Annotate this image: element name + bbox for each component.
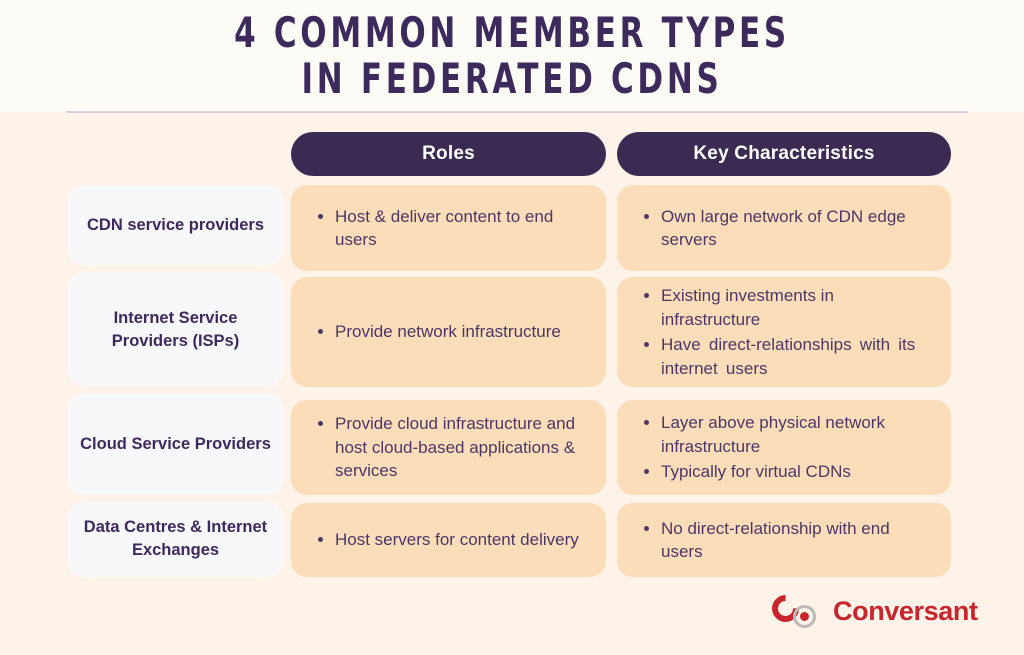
list-item: Host servers for content delivery: [313, 528, 590, 552]
list-item: Layer above physical network infrastruct…: [639, 411, 935, 458]
cell-characteristics-row-4: No direct-relationship with end users: [617, 503, 951, 577]
row-label-text: Data Centres & Internet Exchanges: [83, 518, 268, 559]
cell-characteristics-row-2: Existing investments in infrastructure H…: [617, 277, 951, 387]
list-item: Existing investments in infrastructure: [639, 284, 935, 331]
logo-wordmark: Conversant: [833, 595, 978, 626]
cell-roles-row-3: Provide cloud infrastructure and host cl…: [291, 400, 606, 495]
cell-roles-row-4: Host servers for content delivery: [291, 503, 606, 577]
page-title-line-2: in Federated CDNs: [301, 54, 723, 103]
cell-roles-row-1: Host & deliver content to end users: [291, 185, 606, 271]
list-item: Provide network infrastructure: [313, 320, 590, 344]
row-label-text: Internet Service Providers (ISPs): [111, 308, 240, 350]
cell-roles-row-2: Provide network infrastructure: [291, 277, 606, 387]
row-label-cloud-service-providers: Cloud Service Providers: [68, 393, 283, 495]
bullet-list: Own large network of CDN edge servers: [639, 205, 935, 252]
row-label-text: Cloud Service Providers: [80, 434, 271, 453]
cell-characteristics-row-1: Own large network of CDN edge servers: [617, 185, 951, 271]
cell-characteristics-row-3: Layer above physical network infrastruct…: [617, 400, 951, 495]
bullet-list: Host servers for content delivery: [313, 528, 590, 552]
bullet-list: No direct-relationship with end users: [639, 517, 935, 564]
column-header-key-characteristics: Key Characteristics: [617, 132, 951, 176]
title-divider: [66, 111, 968, 113]
list-item: No direct-relationship with end users: [639, 517, 935, 564]
list-item: Have direct-relationships with its inter…: [639, 333, 935, 380]
bullet-list: Host & deliver content to end users: [313, 205, 590, 252]
row-label-internet-service-providers: Internet Service Providers (ISPs): [68, 272, 283, 387]
bullet-list: Existing investments in infrastructure H…: [639, 284, 935, 380]
bullet-list: Provide cloud infrastructure and host cl…: [313, 412, 590, 483]
row-label-cdn-service-providers: CDN service providers: [68, 185, 283, 265]
list-item: Typically for virtual CDNs: [639, 460, 935, 484]
page-title: 4 Common Member Types in Federated CDNs: [0, 10, 1024, 102]
row-label-text: CDN service providers: [87, 215, 264, 234]
conversant-target-icon: [766, 589, 824, 630]
row-label-data-centres-internet-exchanges: Data Centres & Internet Exchanges: [68, 501, 283, 577]
column-header-roles: Roles: [291, 132, 606, 176]
column-header-key-characteristics-label: Key Characteristics: [693, 143, 875, 164]
page-title-line-1: 4 Common Member Types: [234, 8, 790, 57]
list-item: Host & deliver content to end users: [313, 205, 590, 252]
list-item: Own large network of CDN edge servers: [639, 205, 935, 252]
conversant-logo: Conversant: [766, 589, 978, 630]
bullet-list: Layer above physical network infrastruct…: [639, 411, 935, 484]
bullet-list: Provide network infrastructure: [313, 320, 590, 344]
list-item: Provide cloud infrastructure and host cl…: [313, 412, 590, 483]
column-header-roles-label: Roles: [422, 143, 475, 164]
logo-dot-shape: [800, 612, 809, 621]
